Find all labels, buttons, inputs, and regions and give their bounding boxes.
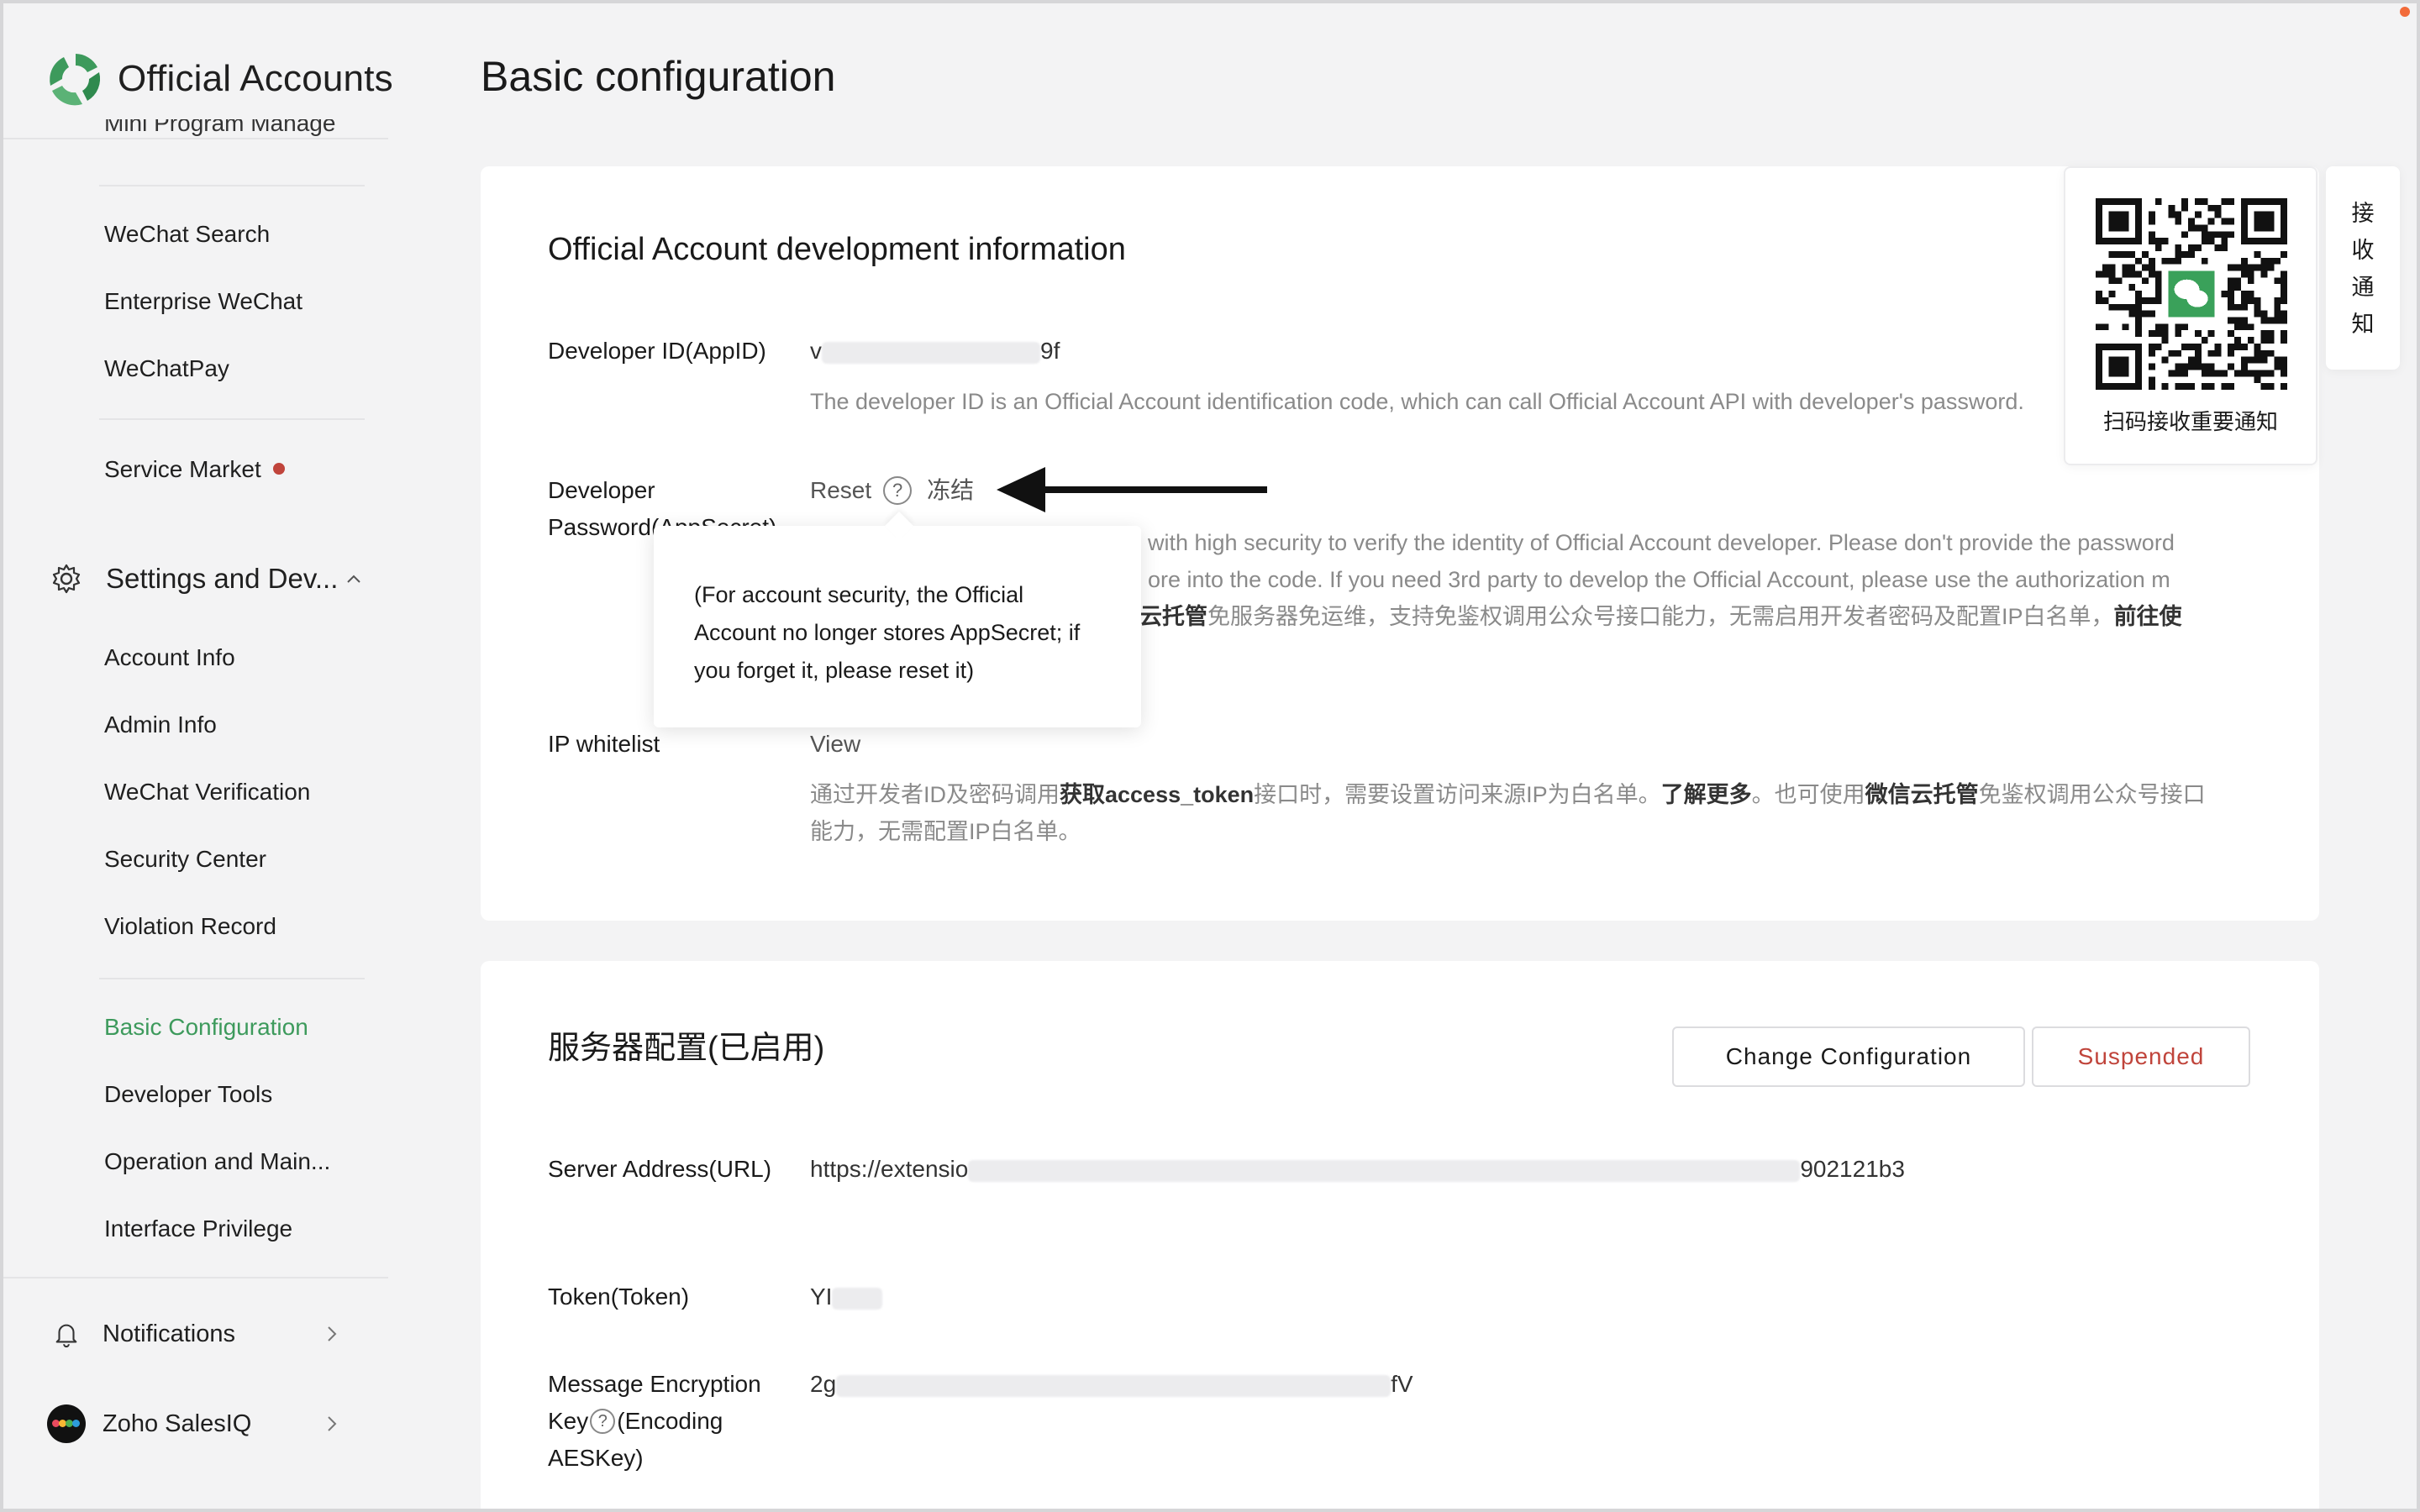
avatar — [47, 1404, 86, 1443]
sidebar-item-wechat-search[interactable]: WeChat Search — [104, 221, 270, 248]
redacted-text — [968, 1159, 1801, 1182]
sidebar-section-label: Settings and Dev... — [106, 563, 339, 594]
sidebar-item-mini-program[interactable]: Mini Program Manage — [104, 119, 335, 138]
help-icon[interactable]: ? — [590, 1408, 616, 1434]
appsecret-actions: Reset? 冻结 — [810, 474, 974, 507]
desc-text: 通过开发者ID及密码调用 — [810, 782, 1060, 807]
change-configuration-button[interactable]: Change Configuration — [1672, 1026, 2025, 1087]
sidebar-item-label: Service Market — [104, 456, 261, 482]
token-label: Token(Token) — [548, 1284, 690, 1310]
server-config-card: 服务器配置(已启用) Change Configuration Suspende… — [481, 961, 2319, 1512]
sidebar-item-operation-maintenance[interactable]: Operation and Main... — [104, 1148, 330, 1175]
official-accounts-logo-icon — [50, 54, 101, 106]
desc-text: 免服务器免运维，支持免鉴权调用公众号接口能力，无需启用开发者密码及配置IP白名单… — [1207, 604, 2114, 629]
sidebar-notifications[interactable]: Notifications — [47, 1315, 341, 1353]
page-title: Basic configuration — [481, 53, 836, 100]
chevron-right-icon — [328, 1416, 337, 1431]
notification-dot — [272, 462, 285, 475]
sidebar-item-service-market[interactable]: Service Market — [104, 456, 285, 483]
appid-label: Developer ID(AppID) — [548, 338, 766, 364]
ip-whitelist-label: IP whitelist — [548, 731, 660, 757]
ip-view-link: View — [810, 727, 860, 761]
chevron-right-icon — [328, 1326, 337, 1341]
aes-start: 2g — [810, 1371, 837, 1397]
token-value: YI — [810, 1280, 883, 1314]
go-use-link[interactable]: 前往使 — [2114, 604, 2182, 629]
notify-char: 收 — [2351, 238, 2375, 263]
bell-icon — [47, 1315, 86, 1353]
account-name: Zoho SalesIQ — [103, 1410, 252, 1437]
suspend-button[interactable]: Suspended — [2032, 1026, 2250, 1087]
aes-key-label: Message Encryption Key? (Encoding AESKey) — [548, 1366, 775, 1477]
access-token-link[interactable]: 获取access_token — [1060, 782, 1254, 807]
appid-description: The developer ID is an Official Account … — [810, 389, 2024, 414]
ip-description-line1: 通过开发者ID及密码调用获取access_token接口时，需要设置访问来源IP… — [810, 776, 2255, 813]
view-link[interactable]: View — [810, 731, 860, 757]
wechat-cloud-link[interactable]: 微信云托管 — [1865, 782, 1979, 807]
aes-key-value: 2g fV — [810, 1368, 1413, 1401]
help-icon[interactable]: ? — [883, 475, 913, 505]
sidebar-item-wechatpay[interactable]: WeChatPay — [104, 355, 229, 382]
cloud-hosting-link[interactable]: 云托管 — [1139, 604, 1207, 629]
brand-name: Official Accounts — [118, 58, 393, 99]
notify-char: 通 — [2351, 275, 2375, 300]
reset-link[interactable]: Reset — [810, 477, 871, 503]
dev-info-title: Official Account development information — [548, 232, 1126, 267]
notify-char: 知 — [2351, 312, 2375, 337]
freeze-link[interactable]: 冻结 — [927, 477, 974, 503]
sidebar-item-account-info[interactable]: Account Info — [104, 644, 235, 671]
sidebar-divider — [0, 1277, 388, 1278]
redacted-text — [836, 1374, 1392, 1397]
ip-description-line2: 能力，无需配置IP白名单。 — [810, 819, 1081, 844]
brand-divider — [0, 138, 388, 139]
token-start: YI — [810, 1284, 833, 1310]
sidebar-item-admin-info[interactable]: Admin Info — [104, 711, 217, 738]
sidebar-divider — [99, 185, 365, 186]
server-url-label: Server Address(URL) — [548, 1156, 772, 1182]
sidebar-divider — [99, 418, 365, 420]
appsecret-description-line3: 云托管免服务器免运维，支持免鉴权调用公众号接口能力，无需启用开发者密码及配置IP… — [1139, 598, 2232, 635]
sidebar: Official Accounts Mini Program Manage We… — [0, 0, 395, 1512]
sidebar-item-security-center[interactable]: Security Center — [104, 846, 266, 873]
notify-char: 接 — [2351, 201, 2375, 226]
appsecret-description-line2: ore into the code. If you need 3rd party… — [1148, 567, 2170, 592]
qr-caption: 扫码接收重要通知 — [2102, 409, 2278, 434]
qr-code-icon[interactable] — [2096, 198, 2287, 390]
server-config-title: 服务器配置(已启用) — [548, 1031, 825, 1066]
appid-value-start: v — [810, 338, 822, 364]
appid-value-end: 9f — [1040, 338, 1060, 364]
aes-end: fV — [1391, 1371, 1413, 1397]
sidebar-item-wechat-verification[interactable]: WeChat Verification — [104, 779, 310, 806]
desc-text: 接口时，需要设置访问来源IP为白名单。 — [1254, 782, 1661, 807]
sidebar-item-enterprise-wechat[interactable]: Enterprise WeChat — [104, 288, 302, 315]
sidebar-item-developer-tools[interactable]: Developer Tools — [104, 1081, 272, 1108]
chevron-up-icon — [347, 575, 361, 583]
sidebar-item-violation-record[interactable]: Violation Record — [104, 913, 276, 940]
sidebar-item-basic-configuration[interactable]: Basic Configuration — [104, 1014, 308, 1041]
status-dot — [2400, 7, 2410, 17]
redacted-text — [822, 341, 1040, 364]
qr-notify-panel: 扫码接收重要通知 — [2064, 166, 2317, 465]
desc-text: 免鉴权调用公众号接口 — [1978, 782, 2206, 807]
annotation-arrow-icon — [997, 467, 1267, 512]
url-end: 902121b3 — [1800, 1156, 1905, 1182]
appsecret-description-line1: with high security to verify the identit… — [1148, 530, 2175, 555]
receive-notification-tab[interactable]: 接 收 通 知 — [2326, 166, 2400, 370]
url-start: https://extensio — [810, 1156, 969, 1182]
redacted-text — [832, 1287, 883, 1310]
appid-value: v 9f — [810, 334, 1060, 368]
sidebar-section-settings[interactable]: Settings and Dev... — [50, 563, 363, 595]
appsecret-tooltip: (For account security, the Official Acco… — [654, 526, 1141, 727]
sidebar-divider — [99, 978, 365, 979]
sidebar-item-interface-privilege[interactable]: Interface Privilege — [104, 1215, 292, 1242]
brand[interactable]: Official Accounts — [45, 49, 393, 109]
desc-text: 。也可使用 — [1751, 782, 1865, 807]
sidebar-account[interactable]: Zoho SalesIQ — [47, 1404, 341, 1443]
gear-icon — [52, 564, 81, 594]
notifications-label: Notifications — [103, 1320, 235, 1347]
server-url-value: https://extensio 902121b3 — [810, 1152, 1905, 1186]
learn-more-link[interactable]: 了解更多 — [1661, 782, 1752, 807]
